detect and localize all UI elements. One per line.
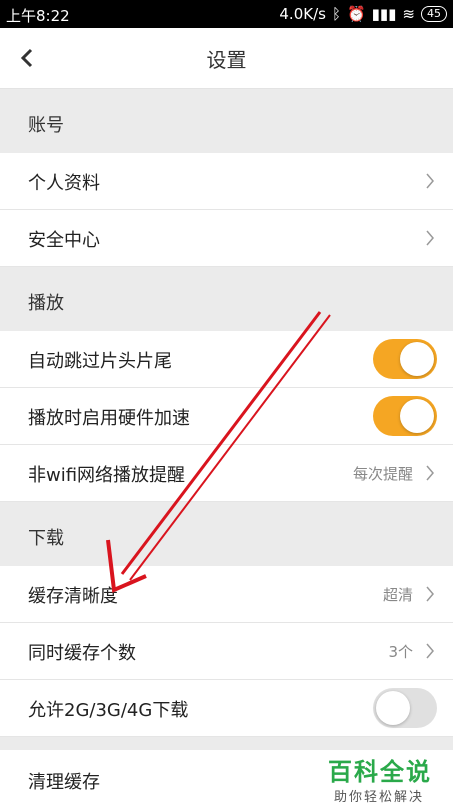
setting-row-concurrent[interactable]: 同时缓存个数 3个: [0, 623, 453, 680]
section-header-account: 账号: [0, 89, 453, 153]
section-title: 播放: [28, 293, 64, 314]
hw-accel-toggle[interactable]: [373, 396, 437, 436]
section-title: 账号: [28, 115, 64, 136]
section-header-playback: 播放: [0, 267, 453, 331]
wifi-icon: ≋: [402, 5, 415, 23]
cellular-download-toggle[interactable]: [373, 688, 437, 728]
setting-label: 自动跳过片头片尾: [28, 351, 172, 372]
alarm-icon: ⏰: [346, 5, 366, 23]
page-title: 设置: [206, 48, 247, 72]
setting-label: 清理缓存: [28, 772, 100, 793]
watermark-logo: 百科全说 助你轻松解决: [320, 750, 453, 812]
setting-value: 每次提醒: [352, 465, 413, 483]
setting-value: 超清: [382, 586, 413, 604]
status-time: 上午8:22: [6, 7, 70, 25]
setting-label: 播放时启用硬件加速: [28, 408, 190, 429]
toggle-knob: [376, 691, 410, 725]
setting-row-security[interactable]: 安全中心: [0, 210, 453, 267]
skip-intro-toggle[interactable]: [373, 339, 437, 379]
setting-label: 同时缓存个数: [28, 643, 136, 664]
section-title: 下载: [28, 528, 64, 549]
setting-label: 非wifi网络播放提醒: [28, 465, 186, 486]
setting-row-non-wifi[interactable]: 非wifi网络播放提醒 每次提醒: [0, 445, 453, 502]
setting-row-hw-accel: 播放时启用硬件加速: [0, 388, 453, 445]
setting-label: 个人资料: [28, 173, 100, 194]
setting-label: 允许2G/3G/4G下载: [28, 700, 189, 721]
setting-row-cache-quality[interactable]: 缓存清晰度 超清: [0, 566, 453, 623]
title-bar: 设置: [0, 28, 453, 89]
watermark-sub: 助你轻松解决: [334, 790, 425, 805]
setting-row-cellular: 允许2G/3G/4G下载: [0, 680, 453, 737]
setting-label: 缓存清晰度: [28, 586, 118, 607]
setting-value: 3个: [388, 643, 413, 661]
status-bar: 上午8:22 4.0K/s ᛒ ⏰ ▮▮▮ ≋ 45: [0, 0, 453, 28]
watermark-main: 百科全说: [328, 758, 432, 786]
chevron-right-icon: [426, 173, 434, 189]
signal-icon: ▮▮▮: [371, 5, 397, 23]
network-speed: 4.0K/s: [279, 5, 326, 23]
status-icons: 4.0K/s ᛒ ⏰ ▮▮▮ ≋ 45: [279, 5, 447, 23]
toggle-knob: [400, 342, 434, 376]
chevron-right-icon: [426, 586, 434, 602]
chevron-right-icon: [426, 643, 434, 659]
chevron-right-icon: [426, 465, 434, 481]
battery-icon: 45: [421, 6, 447, 22]
section-header-download: 下载: [0, 502, 453, 566]
toggle-knob: [400, 399, 434, 433]
setting-row-skip-intro: 自动跳过片头片尾: [0, 331, 453, 388]
setting-label: 安全中心: [28, 230, 100, 251]
bluetooth-icon: ᛒ: [331, 5, 341, 23]
chevron-right-icon: [426, 230, 434, 246]
setting-row-profile[interactable]: 个人资料: [0, 153, 453, 210]
